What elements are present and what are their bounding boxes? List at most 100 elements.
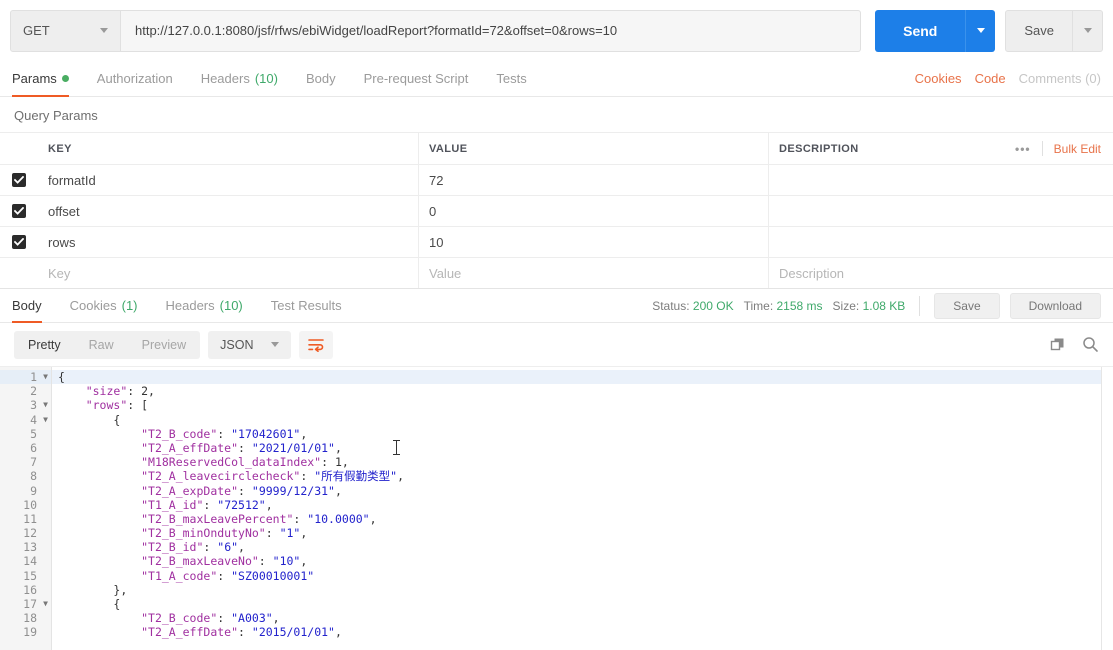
fold-toggle-icon[interactable]: ▼ [43, 413, 48, 427]
line-number: 11 [23, 511, 37, 526]
query-params-table: KEY VALUE DESCRIPTION ••• Bulk Edit form… [0, 132, 1113, 288]
body-format-select[interactable]: JSON [208, 330, 292, 359]
row-checkbox[interactable] [12, 173, 26, 187]
tab-headers-label: Headers [200, 71, 250, 86]
code-line: "T2_A_effDate": "2021/01/01", [141, 440, 342, 455]
http-method-select[interactable]: GET [10, 9, 121, 52]
tab-pre-request-script[interactable]: Pre-request Script [350, 61, 483, 96]
tab-params[interactable]: Params [12, 61, 83, 97]
tab-authorization-label: Authorization [96, 71, 173, 86]
wrap-lines-button[interactable] [299, 330, 334, 359]
tab-authorization[interactable]: Authorization [83, 61, 187, 96]
view-pretty[interactable]: Pretty [14, 331, 75, 359]
postman-window: GET http://127.0.0.1:8080/jsf/rfws/ebiWi… [0, 0, 1113, 650]
table-row: offset 0 [0, 195, 1113, 226]
code-line: "T2_B_code": "A003", [141, 611, 280, 626]
row-value[interactable]: 10 [419, 227, 769, 257]
status-value: 200 OK [692, 298, 734, 313]
row-checkbox[interactable] [12, 235, 26, 249]
line-number: 17 ▼ [23, 597, 48, 611]
code-scroll-area[interactable]: 1 ▼ 2 3 ▼ 4 ▼ 5 6 7 8 9 10 11 12 13 14 15 16 17 ▼ 18 19 { "siz… [0, 367, 1101, 650]
save-options-button[interactable] [1073, 9, 1103, 52]
new-description-input[interactable]: Description [769, 258, 1113, 288]
row-checkbox-cell [0, 227, 38, 257]
tab-headers[interactable]: Headers (10) [187, 61, 292, 96]
body-view-segmented: Pretty Raw Preview [14, 330, 201, 359]
response-tab-headers[interactable]: Headers (10) [152, 289, 257, 322]
chevron-down-icon [100, 28, 108, 33]
json-code[interactable]: { "size": 2, "rows": [ { "T2_B_code": "1… [52, 367, 1101, 650]
request-tabs-actions: Cookies Code Comments (0) [915, 61, 1101, 96]
modified-dot-icon [61, 75, 69, 82]
code-line: { [113, 597, 121, 611]
response-tab-test-results[interactable]: Test Results [257, 289, 356, 322]
table-row: formatId 72 [0, 164, 1113, 195]
response-tab-body[interactable]: Body [12, 289, 56, 323]
fold-toggle-icon[interactable]: ▼ [43, 597, 48, 611]
fold-toggle-icon[interactable]: ▼ [43, 398, 48, 412]
comments-link[interactable]: Comments (0) [1019, 71, 1101, 86]
save-response-button[interactable]: Save [934, 292, 1000, 319]
copy-button[interactable] [1049, 336, 1066, 353]
text-cursor [393, 440, 400, 455]
row-checkbox[interactable] [12, 204, 26, 218]
row-checkbox-cell [0, 196, 38, 226]
response-tab-body-label: Body [12, 298, 42, 313]
time-value: 2158 ms [776, 298, 823, 313]
response-body-toolbar: Pretty Raw Preview JSON [0, 323, 1113, 366]
table-actions: ••• Bulk Edit [1015, 133, 1101, 164]
response-tab-cookies-count: (1) [121, 298, 138, 313]
code-line: "T2_A_expDate": "9999/12/31", [141, 483, 342, 498]
send-options-button[interactable] [965, 9, 996, 52]
tab-tests-label: Tests [496, 71, 527, 86]
row-description[interactable] [769, 165, 1113, 195]
line-number: 1 ▼ [0, 370, 51, 385]
line-number-gutter: 1 ▼ 2 3 ▼ 4 ▼ 5 6 7 8 9 10 11 12 13 14 15 16 17 ▼ 18 19 [0, 367, 52, 650]
vertical-scrollbar[interactable] [1101, 367, 1113, 650]
send-button[interactable]: Send [875, 9, 966, 52]
code-line: "M18ReservedCol_dataIndex": 1, [141, 455, 349, 470]
more-options-icon[interactable]: ••• [1015, 142, 1031, 156]
response-tab-test-results-label: Test Results [270, 298, 342, 313]
row-key[interactable]: rows [38, 227, 419, 257]
size-value: 1.08 KB [862, 298, 906, 313]
time-metric: Time: 2158 ms [744, 299, 823, 313]
chevron-down-icon [271, 342, 280, 347]
request-url-input[interactable]: http://127.0.0.1:8080/jsf/rfws/ebiWidget… [121, 9, 862, 52]
new-key-input[interactable]: Key [38, 258, 419, 288]
row-value[interactable]: 0 [419, 196, 769, 226]
bulk-edit-link[interactable]: Bulk Edit [1054, 142, 1101, 156]
code-line: { [52, 370, 1101, 385]
download-response-button[interactable]: Download [1009, 292, 1101, 319]
save-request-button[interactable]: Save [1005, 9, 1073, 52]
new-value-input[interactable]: Value [419, 258, 769, 288]
fold-toggle-icon[interactable]: ▼ [43, 370, 48, 384]
row-key[interactable]: offset [38, 196, 419, 226]
line-number: 7 [30, 455, 37, 470]
tab-params-label: Params [12, 71, 57, 86]
table-row-placeholder: Key Value Description [0, 257, 1113, 288]
tab-pre-request-script-label: Pre-request Script [363, 71, 469, 86]
response-tab-cookies[interactable]: Cookies (1) [56, 289, 152, 322]
cookies-link[interactable]: Cookies [915, 71, 962, 86]
tab-body[interactable]: Body [292, 61, 350, 96]
row-description[interactable] [769, 196, 1113, 226]
row-description[interactable] [769, 227, 1113, 257]
request-tabs-list: Params Authorization Headers (10) Body P… [12, 61, 541, 97]
divider [1041, 141, 1043, 156]
search-button[interactable] [1082, 336, 1099, 353]
wrap-lines-icon [308, 338, 325, 352]
view-raw[interactable]: Raw [75, 331, 128, 359]
row-value[interactable]: 72 [419, 165, 769, 195]
row-key[interactable]: formatId [38, 165, 419, 195]
tab-tests[interactable]: Tests [482, 61, 540, 96]
code-link[interactable]: Code [975, 71, 1006, 86]
request-url-bar: GET http://127.0.0.1:8080/jsf/rfws/ebiWi… [0, 0, 1113, 61]
code-line: "T2_B_code": "17042601", [141, 426, 308, 441]
request-tabs: Params Authorization Headers (10) Body P… [0, 61, 1113, 97]
size-label: Size: [832, 298, 860, 313]
line-number: 4 ▼ [30, 412, 48, 427]
line-number: 10 [23, 497, 37, 512]
view-preview[interactable]: Preview [128, 331, 200, 359]
header-checkbox-cell [0, 133, 38, 164]
